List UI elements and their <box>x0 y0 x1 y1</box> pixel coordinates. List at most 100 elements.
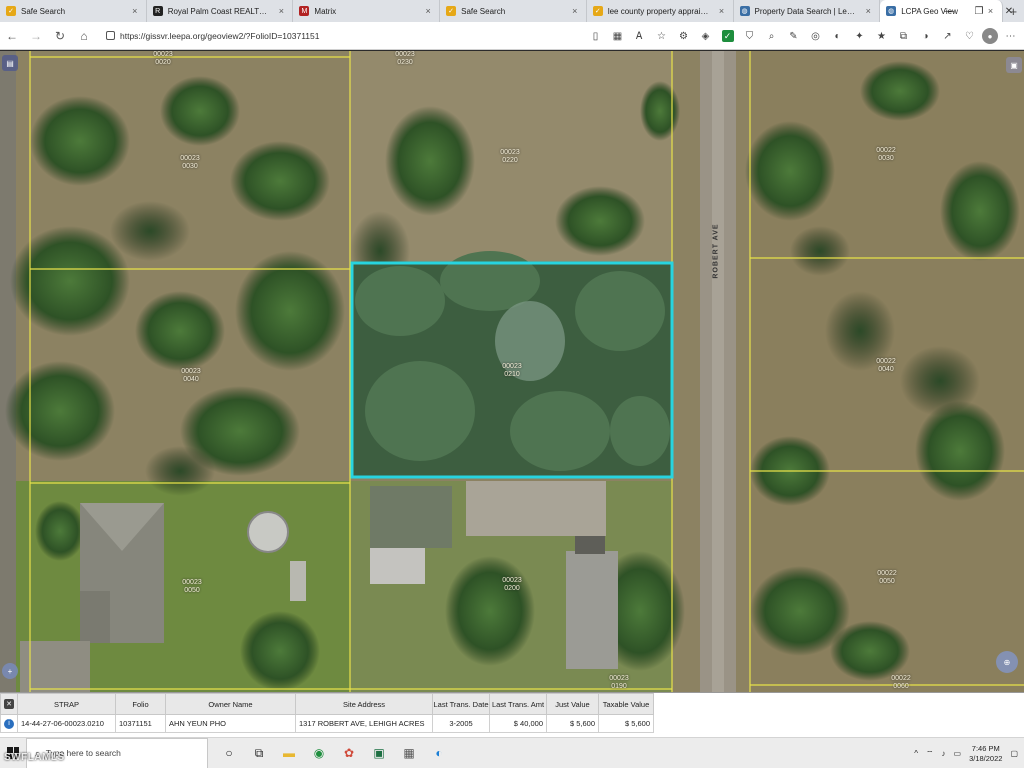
extension-icon[interactable]: ◈ <box>696 27 715 46</box>
paint-icon[interactable]: ✿ <box>336 740 362 766</box>
close-icon[interactable]: × <box>717 6 727 16</box>
calculator-icon[interactable]: ▦ <box>396 740 422 766</box>
tab-lee-county-search[interactable]: ✓ lee county property appraiser, l... × <box>587 0 734 22</box>
chrome-icon[interactable]: ◉ <box>306 740 332 766</box>
avatar[interactable]: ● <box>982 28 998 44</box>
column-header[interactable]: Just Value <box>546 693 599 715</box>
close-icon[interactable]: ✕ <box>4 699 14 709</box>
read-aloud-icon[interactable]: Ꭺ <box>630 27 649 46</box>
parcel-label: 00023 0030 <box>180 155 200 170</box>
windows-taskbar: ⌕ Type here to search ○ ⧉ ▬ ◉ ✿ ▣ ▦ ◐ ^ … <box>0 737 1024 768</box>
back-icon[interactable]: ← <box>0 24 24 48</box>
column-header[interactable]: Last Trans. Amt <box>489 693 547 715</box>
extension-icon[interactable]: ◐ <box>828 27 847 46</box>
puzzle-icon[interactable]: ✦ <box>850 27 869 46</box>
mls-watermark: SWFLAMLS <box>4 752 65 763</box>
grid-icon[interactable]: ▦ <box>608 27 627 46</box>
cortana-icon[interactable]: ○ <box>216 740 242 766</box>
url-text: https://gissvr.leepa.org/geoview2/?Folio… <box>120 30 320 41</box>
trans-amt-cell: $ 40,000 <box>489 714 547 733</box>
notifications-icon[interactable]: ▢ <box>1010 749 1018 758</box>
parcel-label: 00023 0020 <box>153 51 173 66</box>
column-header[interactable]: Owner Name <box>165 693 296 715</box>
column-header[interactable]: STRAP <box>17 693 116 715</box>
collections-icon[interactable]: ⧉ <box>894 27 913 46</box>
tab-label: Safe Search <box>21 6 66 16</box>
parcel-label: 00023 0040 <box>181 368 201 383</box>
map-layers-icon[interactable]: ▤ <box>2 55 18 71</box>
pinned-apps: ○ ⧉ ▬ ◉ ✿ ▣ ▦ ◐ <box>216 740 452 766</box>
map-tool-icon[interactable]: ▣ <box>1006 57 1022 73</box>
edge-icon[interactable]: ◐ <box>426 740 452 766</box>
favorites-icon[interactable]: ★ <box>872 27 891 46</box>
parcel-attribute-panel: ✕ STRAP Folio Owner Name Site Address La… <box>0 692 1024 737</box>
extension-icon[interactable]: ⚙ <box>674 27 693 46</box>
map-zoom-icon[interactable]: + <box>2 663 18 679</box>
tab-safe-search-2[interactable]: ✓ Safe Search × <box>440 0 587 22</box>
search-icon[interactable]: ⌕ <box>762 27 781 46</box>
extension-icon[interactable]: ◎ <box>806 27 825 46</box>
minimize-icon[interactable]: — <box>934 0 964 22</box>
tab-matrix[interactable]: M Matrix × <box>293 0 441 22</box>
add-favorite-icon[interactable]: ☆ <box>652 27 671 46</box>
overview-map-icon[interactable]: ⊕ <box>996 651 1018 673</box>
tab-label: Safe Search <box>461 6 506 16</box>
volume-icon[interactable]: ♪ <box>942 749 946 758</box>
owner-cell: AHN YEUN PHO <box>165 714 296 733</box>
parcel-label: 00022 0050 <box>877 570 897 585</box>
more-icon[interactable]: ⋯ <box>1001 27 1020 46</box>
window-controls: — ❐ ✕ <box>934 0 1024 22</box>
magic-wand-icon[interactable]: ✎ <box>784 27 803 46</box>
parcel-label: 00023 0200 <box>502 577 522 592</box>
wifi-icon[interactable]: ⌔ <box>926 749 934 759</box>
show-hidden-icons[interactable]: ^ <box>914 749 918 758</box>
parcel-label: 00022 0060 <box>891 675 911 690</box>
network-icon[interactable]: ▭ <box>954 749 962 758</box>
map-view[interactable]: 00023 0020 00023 0230 00023 0030 00023 0… <box>0 51 1024 692</box>
home-icon[interactable]: ⌂ <box>72 24 96 48</box>
parcel-label: 00023 0190 <box>609 675 629 690</box>
address-cell: 1317 ROBERT AVE, LEHIGH ACRES <box>295 714 433 733</box>
column-header[interactable]: Last Trans. Date <box>432 693 490 715</box>
extension-icon[interactable]: ◑ <box>916 27 935 46</box>
restore-icon[interactable]: ❐ <box>964 0 994 22</box>
tab-royal-palm[interactable]: R Royal Palm Coast REALTOR® A... × <box>147 0 294 22</box>
close-icon[interactable]: × <box>570 6 580 16</box>
tab-label: Matrix <box>314 6 337 16</box>
realtor-logo-icon: R <box>152 6 163 16</box>
address-toolbar: ← → ↻ ⌂ https://gissvr.leepa.org/geoview… <box>0 22 1024 50</box>
column-header[interactable]: Site Address <box>295 693 433 715</box>
refresh-icon[interactable]: ↻ <box>48 24 72 48</box>
close-icon[interactable]: × <box>863 6 873 16</box>
browser-essentials-icon[interactable]: ♡ <box>960 27 979 46</box>
close-icon[interactable]: × <box>130 6 140 16</box>
strap-cell: 14-44-27-06-00023.0210 <box>17 714 116 733</box>
tab-safe-search-1[interactable]: ✓ Safe Search × <box>0 0 147 22</box>
info-cell[interactable]: i <box>0 714 18 733</box>
taxable-value-cell: $ 5,600 <box>598 714 654 733</box>
time-text: 7:46 PM <box>971 743 1000 753</box>
table-header-row: ✕ STRAP Folio Owner Name Site Address La… <box>0 693 654 715</box>
tab-label: Royal Palm Coast REALTOR® A... <box>167 6 272 16</box>
column-header[interactable]: Folio <box>115 693 166 715</box>
file-explorer-icon[interactable]: ▬ <box>276 740 302 766</box>
close-icon[interactable]: × <box>423 6 433 16</box>
shield-icon[interactable]: ⛉ <box>740 27 759 46</box>
green-check-extension-icon[interactable]: ✓ <box>718 27 737 46</box>
excel-icon[interactable]: ▣ <box>366 740 392 766</box>
forward-icon[interactable]: → <box>24 24 48 48</box>
close-icon[interactable]: × <box>276 6 286 16</box>
reader-view-icon[interactable]: ▯ <box>586 27 605 46</box>
share-icon[interactable]: ↗ <box>938 27 957 46</box>
address-bar[interactable]: https://gissvr.leepa.org/geoview2/?Folio… <box>100 26 580 46</box>
close-window-icon[interactable]: ✕ <box>994 0 1024 22</box>
info-icon[interactable]: i <box>4 718 14 729</box>
tab-property-data-search[interactable]: ◍ Property Data Search | Lee Coun... × <box>734 0 881 22</box>
close-panel-cell[interactable]: ✕ <box>0 693 18 715</box>
column-header[interactable]: Taxable Value <box>598 693 654 715</box>
check-shield-icon: ✓ <box>6 6 16 16</box>
table-row[interactable]: i 14-44-27-06-00023.0210 10371151 AHN YE… <box>0 714 654 733</box>
task-view-icon[interactable]: ⧉ <box>246 740 272 766</box>
clock[interactable]: 7:46 PM 3/18/2022 <box>969 744 1002 764</box>
globe-icon: ◍ <box>886 6 897 16</box>
